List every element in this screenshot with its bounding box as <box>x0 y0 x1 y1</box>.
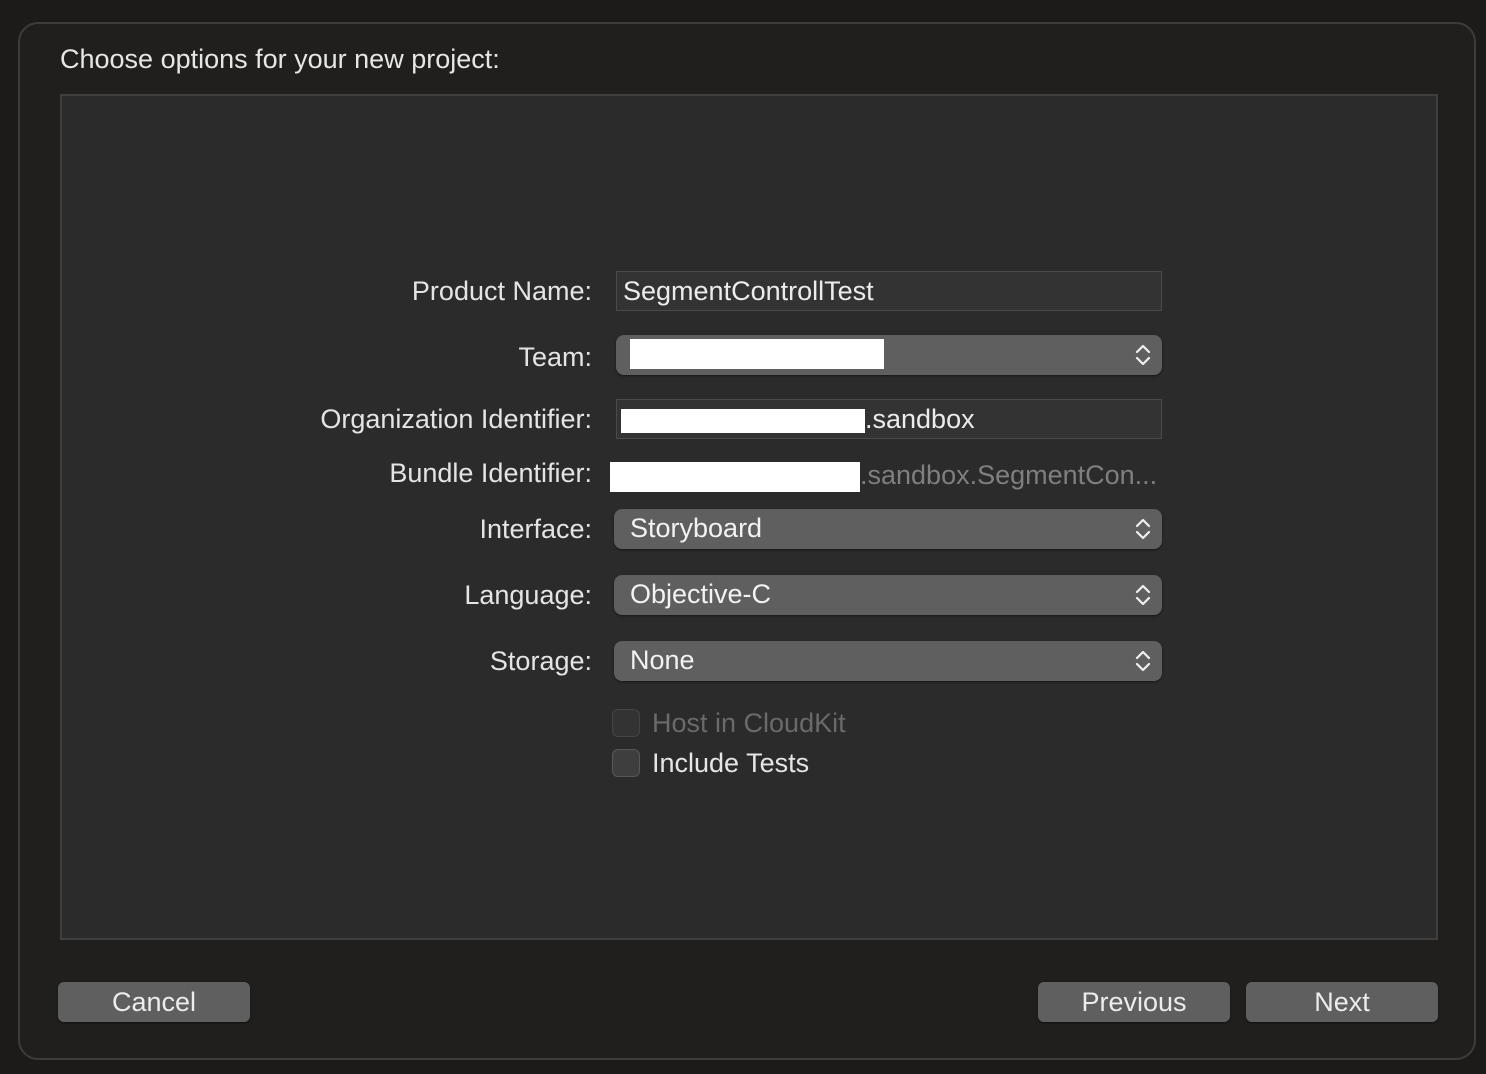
cancel-button[interactable]: Cancel <box>58 982 250 1022</box>
storage-label: Storage: <box>489 646 592 676</box>
include-tests-checkbox[interactable] <box>612 749 640 777</box>
language-value: Objective-C <box>630 579 772 609</box>
interface-value: Storyboard <box>630 513 763 543</box>
team-popup[interactable] <box>616 335 1162 375</box>
organization-identifier-suffix: .sandbox <box>865 404 975 434</box>
product-name-field[interactable]: SegmentControllTest <box>616 271 1162 311</box>
previous-button[interactable]: Previous <box>1038 982 1230 1022</box>
chevron-up-down-icon <box>1135 518 1151 540</box>
chevron-up-down-icon <box>1135 344 1151 366</box>
language-popup[interactable]: Objective-C <box>614 575 1162 615</box>
bundle-identifier-label: Bundle Identifier: <box>389 458 592 488</box>
chevron-up-down-icon <box>1135 650 1151 672</box>
bundle-identifier-suffix: .sandbox.SegmentCon... <box>860 460 1158 490</box>
options-panel: Product Name: SegmentControllTest Team: … <box>60 94 1438 940</box>
language-label: Language: <box>464 580 592 610</box>
interface-label: Interface: <box>479 514 592 544</box>
product-name-label: Product Name: <box>411 276 592 306</box>
interface-popup[interactable]: Storyboard <box>614 509 1162 549</box>
organization-identifier-label: Organization Identifier: <box>320 404 592 434</box>
bundle-identifier-value: .sandbox.SegmentCon... <box>610 460 1162 492</box>
team-label: Team: <box>518 342 592 372</box>
redacted-bundle-prefix <box>610 461 860 492</box>
storage-value: None <box>630 645 695 675</box>
storage-popup[interactable]: None <box>614 641 1162 681</box>
next-button[interactable]: Next <box>1246 982 1438 1022</box>
redacted-organization-prefix <box>621 408 865 433</box>
include-tests-label[interactable]: Include Tests <box>652 749 809 777</box>
chevron-up-down-icon <box>1135 584 1151 606</box>
new-project-sheet: Choose options for your new project: Pro… <box>18 22 1476 1060</box>
host-in-cloudkit-checkbox <box>612 709 640 737</box>
host-in-cloudkit-label: Host in CloudKit <box>652 708 846 738</box>
dialog-title: Choose options for your new project: <box>60 44 500 74</box>
redacted-team-name <box>630 339 884 369</box>
organization-identifier-field[interactable]: .sandbox <box>616 399 1162 439</box>
